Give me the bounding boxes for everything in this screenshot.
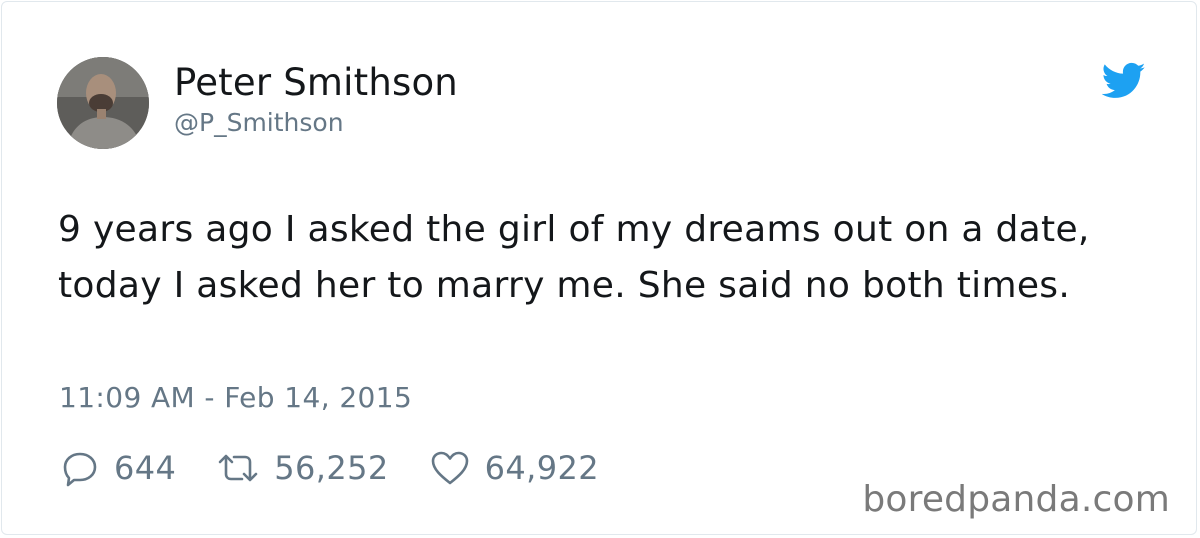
tweet-actions: 644 56,252 64,922	[60, 446, 639, 490]
heart-icon	[431, 451, 468, 485]
like-button[interactable]: 64,922	[429, 446, 599, 490]
watermark: boredpanda.com	[862, 479, 1170, 520]
tweet-text: 9 years ago I asked the girl of my dream…	[58, 209, 1090, 306]
retweet-arrows-icon	[218, 454, 258, 482]
speech-bubble-icon	[63, 452, 97, 487]
author-handle[interactable]: @P_Smithson	[174, 106, 458, 140]
reply-button[interactable]: 644	[60, 446, 176, 490]
author-display-name[interactable]: Peter Smithson	[174, 60, 458, 106]
retweet-button[interactable]: 56,252	[216, 446, 388, 490]
avatar[interactable]	[57, 57, 149, 149]
twitter-bird-icon[interactable]	[1101, 62, 1146, 100]
tweet-card: Peter Smithson @P_Smithson 9 years ago I…	[1, 1, 1197, 535]
like-count: 64,922	[484, 449, 600, 487]
reply-count: 644	[114, 449, 177, 487]
tweet-timestamp[interactable]: 11:09 AM - Feb 14, 2015	[59, 378, 412, 418]
retweet-count: 56,252	[274, 449, 389, 487]
author-block: Peter Smithson @P_Smithson	[174, 60, 458, 140]
avatar-image	[57, 57, 149, 149]
